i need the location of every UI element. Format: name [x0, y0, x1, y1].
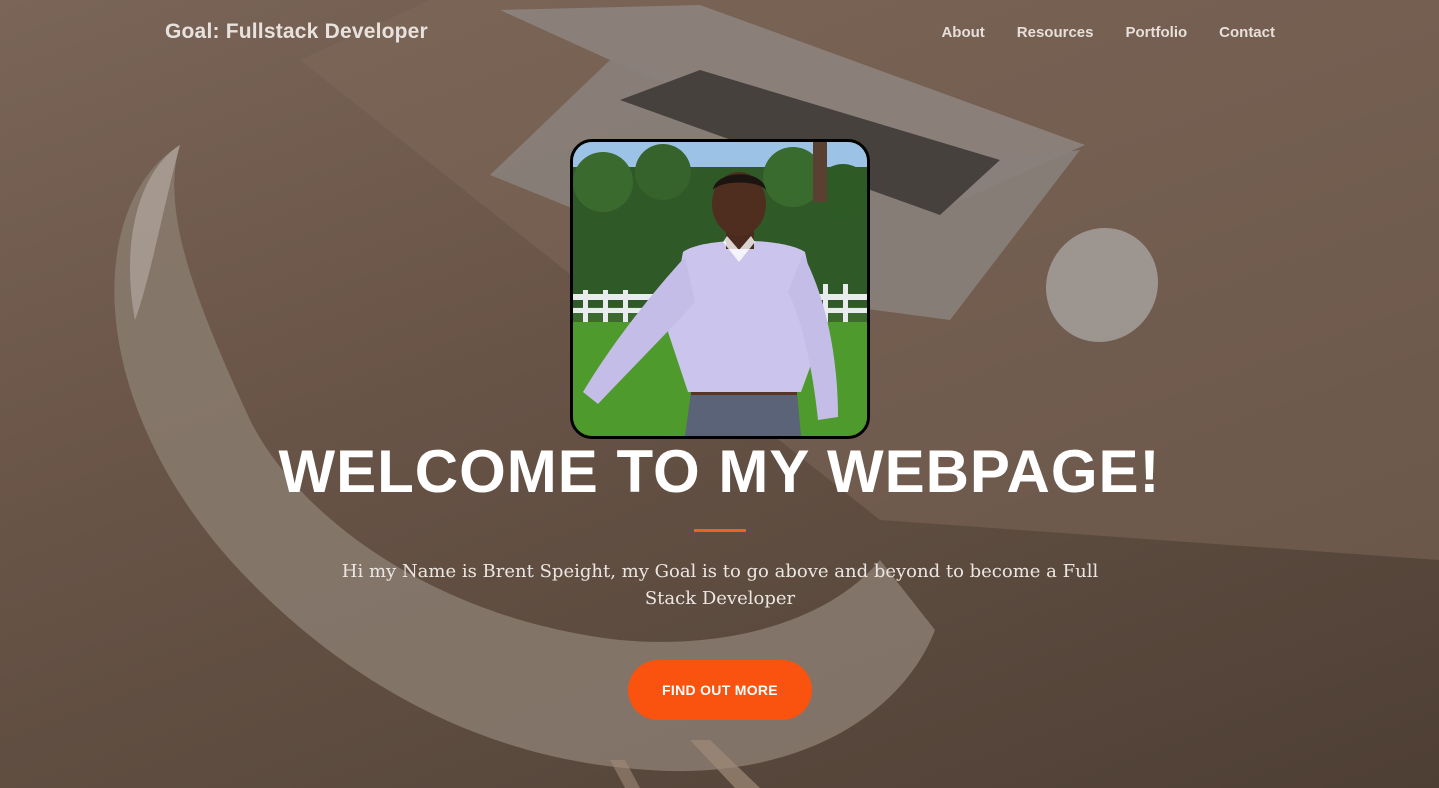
- headline-divider: [694, 529, 746, 532]
- nav-link-contact[interactable]: Contact: [1219, 24, 1275, 41]
- hero-headline: WELCOME TO MY WEBPAGE!: [278, 438, 1161, 505]
- find-out-more-button[interactable]: FIND OUT MORE: [628, 660, 812, 720]
- profile-photo: [570, 139, 870, 439]
- top-navbar: Goal: Fullstack Developer About Resource…: [0, 0, 1439, 70]
- nav-link-portfolio[interactable]: Portfolio: [1126, 24, 1188, 41]
- hero-intro-text: Hi my Name is Brent Speight, my Goal is …: [341, 561, 1099, 609]
- nav-links: About Resources Portfolio Contact: [941, 24, 1275, 41]
- nav-link-resources[interactable]: Resources: [1017, 24, 1094, 41]
- brand-link[interactable]: Goal: Fullstack Developer: [165, 20, 428, 44]
- profile-photo-illustration: [573, 142, 867, 436]
- hero-section: Goal: Fullstack Developer About Resource…: [0, 0, 1439, 788]
- nav-link-about[interactable]: About: [941, 24, 984, 41]
